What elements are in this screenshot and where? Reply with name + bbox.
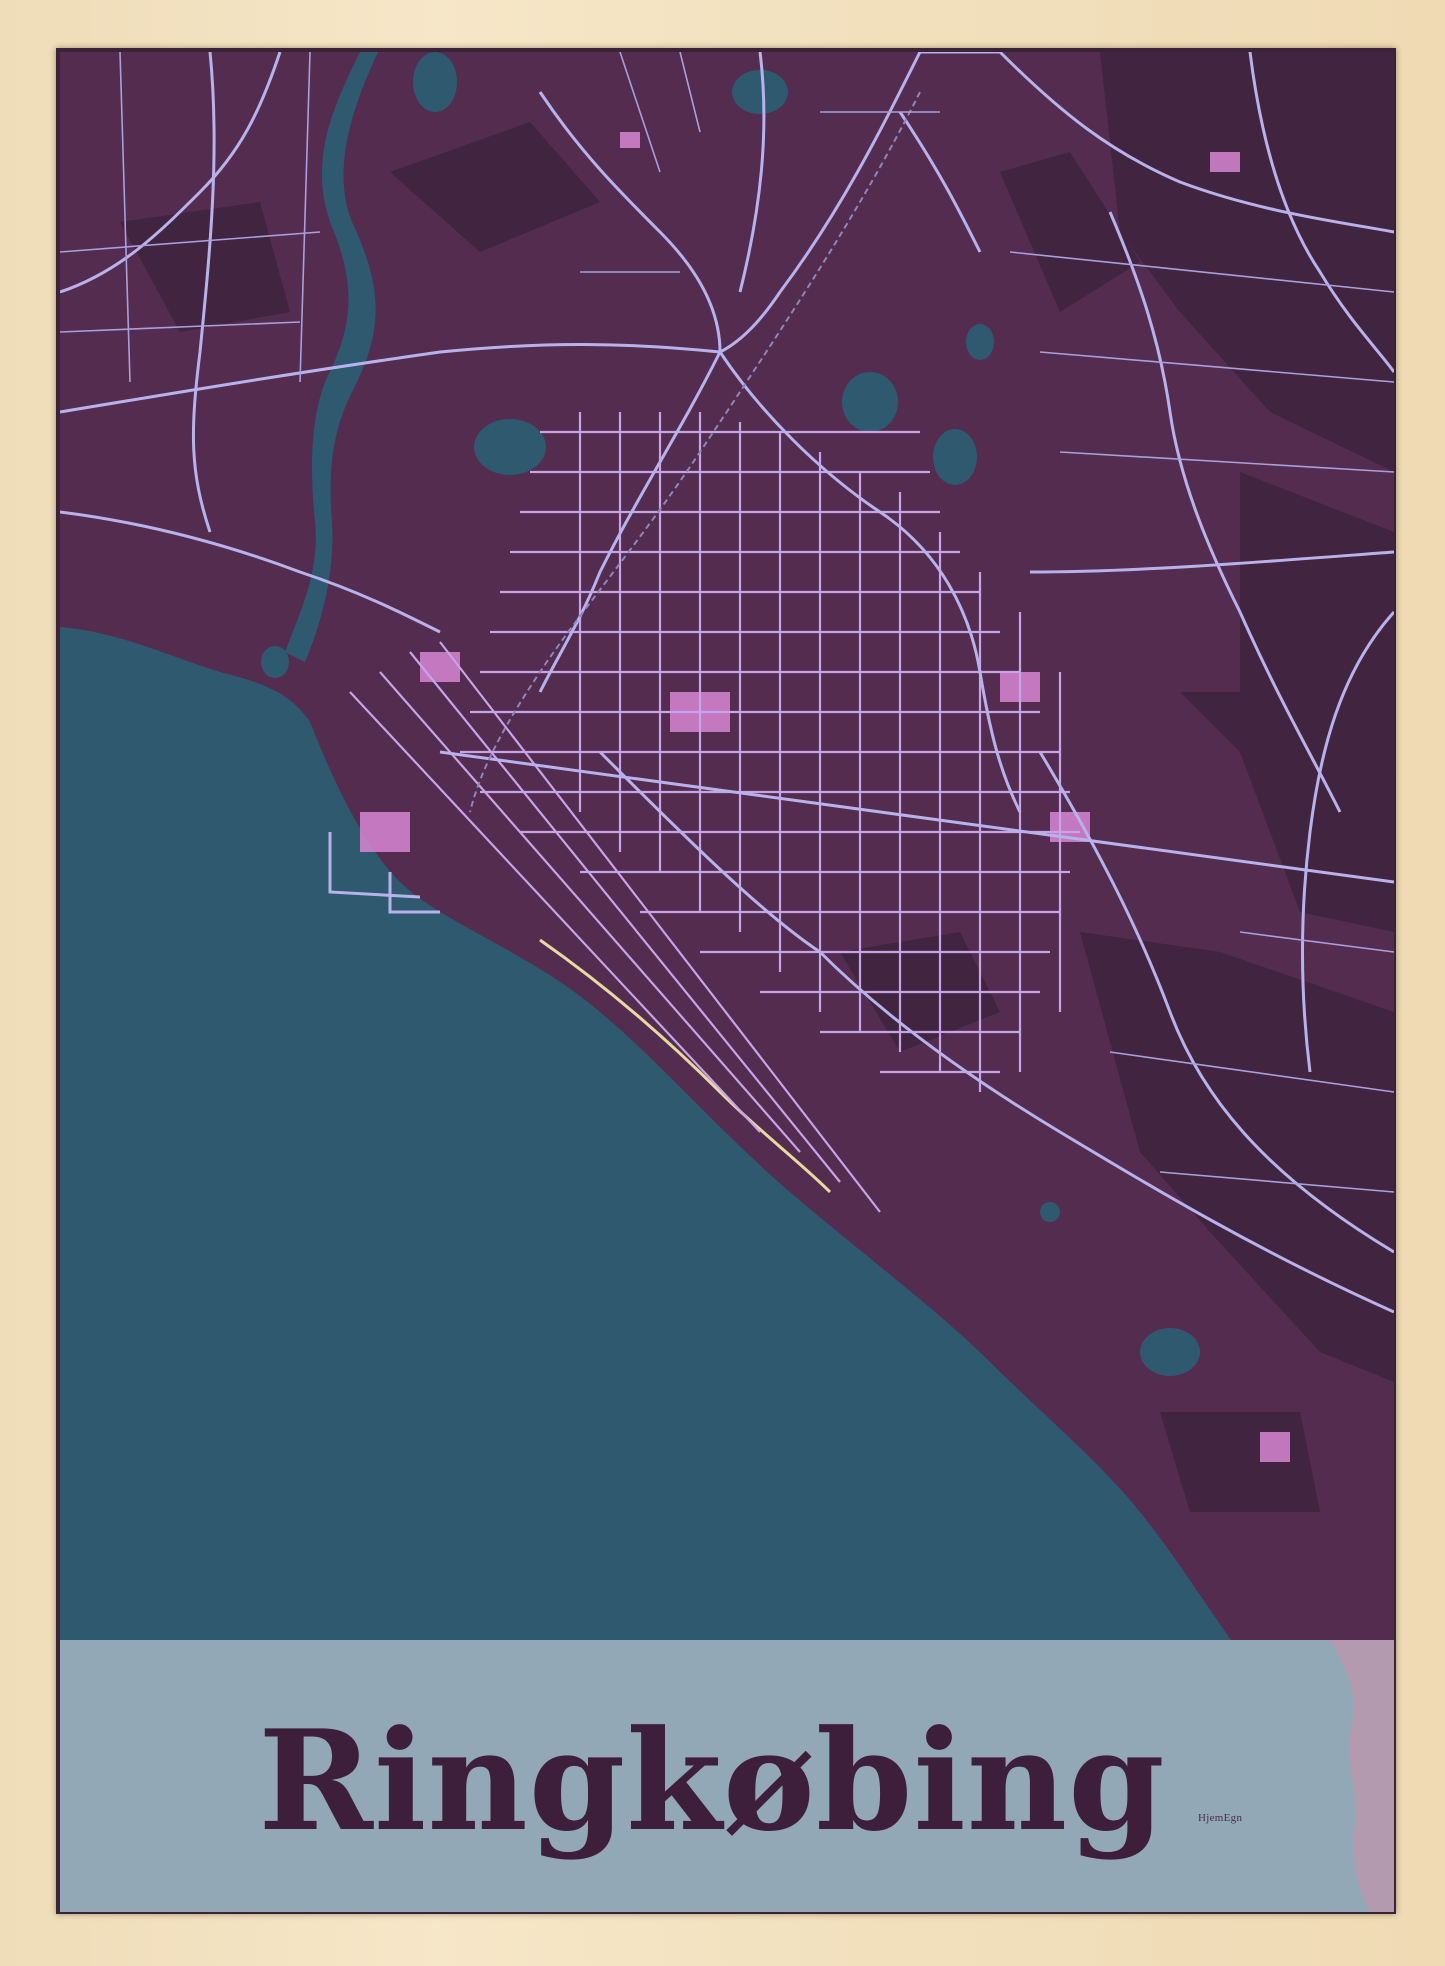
brand-mark: HjemEgn	[1198, 1812, 1243, 1824]
city-map	[60, 52, 1394, 1912]
label-band	[60, 1640, 1394, 1912]
